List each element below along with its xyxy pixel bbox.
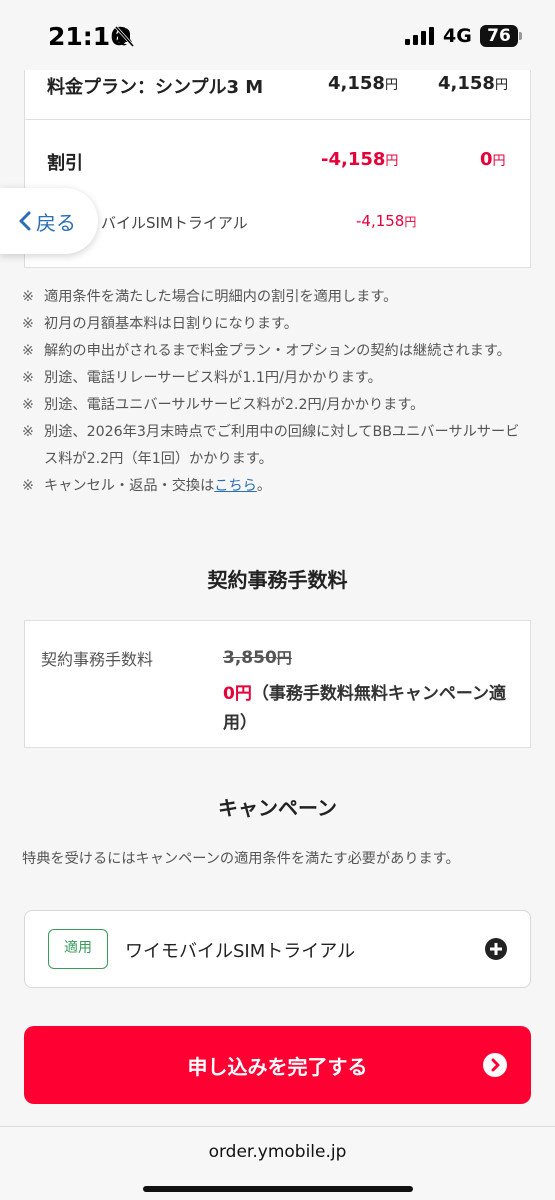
campaign-name: ワイモバイルSIMトライアル <box>125 941 356 962</box>
complete-order-button[interactable]: 申し込みを完了する <box>24 1026 531 1104</box>
contract-fee-box: 契約事務手数料 3,850円 0円（事務手数料無料キャンペーン適用） <box>24 620 531 748</box>
back-label: 戻る <box>36 211 76 235</box>
note-item: ※ 別途、電話リレーサービス料が1.1円/月かかります。 <box>22 370 382 386</box>
free-note: （事務手数料無料キャンペーン適用） <box>223 684 506 733</box>
discount-first: -4,158円 <box>321 149 399 170</box>
home-indicator[interactable] <box>143 1186 413 1192</box>
note-item: ※ 適用条件を満たした場合に明細内の割引を適用します。 <box>22 289 398 305</box>
notes-list: ※ 適用条件を満たした場合に明細内の割引を適用します。 ※ 初月の月額基本料は日割り… <box>22 284 532 500</box>
contract-fee-title: 契約事務手数料 <box>207 568 348 592</box>
order-page: 料金プラン：シンプル3 M 4,158円 4,158円 割引 -4,158円 0… <box>0 70 555 1126</box>
note-item: ※ 初月の月額基本料は日割りになります。 <box>22 316 298 332</box>
chevron-left-icon <box>19 211 31 231</box>
discount-label: 割引 <box>47 153 83 174</box>
contract-fee-label: 契約事務手数料 <box>41 650 154 669</box>
trial-discount-value: -4,158円 <box>356 212 417 230</box>
status-bar: 21:16 4G 76 <box>0 0 555 70</box>
note-item: ※ キャンセル・返品・交換はこちら。 <box>22 478 272 494</box>
network-type: 4G <box>443 25 472 47</box>
note-item: ※ 別途、電話ユニバーサルサービス料が2.2円/月かかります。 <box>22 397 425 413</box>
original-fee: 3,850円 <box>223 648 292 668</box>
applied-badge: 適用 <box>48 929 108 969</box>
plan-row: 料金プラン：シンプル3 M 4,158円 4,158円 <box>25 70 530 120</box>
url-text: order.ymobile.jp <box>208 1142 347 1162</box>
plan-price-second: 4,158円 <box>438 73 508 94</box>
note-item: ※ 別途、2026年3月末時点でご利用中の回線に対してBBユニバーサルサービス料が… <box>22 424 520 467</box>
campaign-description: 特典を受けるにはキャンペーンの適用条件を満たす必要があります。 <box>22 851 460 867</box>
back-button[interactable]: 戻る <box>0 188 98 254</box>
plan-price-first: 4,158円 <box>328 73 398 94</box>
free-fee: 0円（事務手数料無料キャンペーン適用） <box>223 680 523 738</box>
bell-off-icon <box>114 26 134 48</box>
browser-address-bar[interactable]: order.ymobile.jp <box>0 1126 555 1200</box>
plus-circle-icon[interactable] <box>485 938 507 960</box>
complete-order-label: 申し込みを完了する <box>187 1055 368 1079</box>
arrow-right-circle-icon <box>483 1053 507 1077</box>
plan-label: 料金プラン：シンプル3 M <box>47 77 264 98</box>
note-item: ※ 解約の申出がされるまで料金プラン・オプションの契約は継続されます。 <box>22 343 511 359</box>
discount-second: 0円 <box>480 149 506 170</box>
trial-discount-label: バイルSIMトライアル <box>101 214 248 232</box>
fee-table: 料金プラン：シンプル3 M 4,158円 4,158円 割引 -4,158円 0… <box>24 70 531 268</box>
battery-icon: 76 <box>480 25 518 47</box>
campaign-card[interactable]: 適用 ワイモバイルSIMトライアル <box>24 910 531 988</box>
free-price: 0円 <box>223 684 252 704</box>
signal-icon <box>405 27 434 45</box>
campaign-title: キャンペーン <box>218 796 337 820</box>
cancel-policy-link[interactable]: こちら <box>214 478 257 494</box>
battery-tip <box>519 32 522 40</box>
